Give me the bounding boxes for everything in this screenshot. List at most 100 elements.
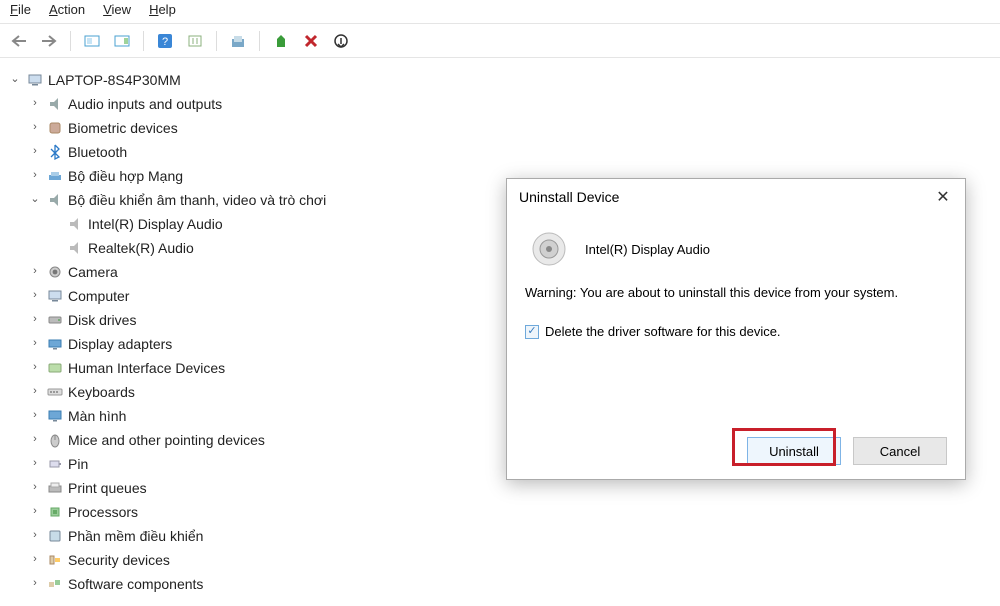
audio-device-icon xyxy=(66,239,84,257)
tree-item-label: Bluetooth xyxy=(68,141,127,163)
tree-item-label: Màn hình xyxy=(68,405,126,427)
tree-root[interactable]: ⌄ LAPTOP-8S4P30MM xyxy=(8,68,992,92)
chevron-icon[interactable]: › xyxy=(28,385,42,399)
disable-icon[interactable] xyxy=(330,30,352,52)
tree-item[interactable]: › Software components xyxy=(8,572,992,596)
uninstall-icon[interactable] xyxy=(300,30,322,52)
tree-item-label: Human Interface Devices xyxy=(68,357,225,379)
chevron-icon[interactable]: › xyxy=(28,169,42,183)
chevron-icon[interactable]: › xyxy=(28,265,42,279)
device-category-icon xyxy=(46,95,64,113)
chevron-icon[interactable]: › xyxy=(28,577,42,591)
toolbar-separator xyxy=(143,31,144,51)
delete-driver-checkbox[interactable]: ✓ Delete the driver software for this de… xyxy=(525,324,947,339)
tree-item-label: Computer xyxy=(68,285,129,307)
device-category-icon xyxy=(46,383,64,401)
device-category-icon xyxy=(46,143,64,161)
chevron-icon[interactable]: › xyxy=(28,481,42,495)
chevron-icon[interactable]: › xyxy=(28,433,42,447)
tree-item-label: Pin xyxy=(68,453,88,475)
tree-item-label: Phần mềm điều khiển xyxy=(68,525,203,547)
device-category-icon xyxy=(46,191,64,209)
checkbox-icon: ✓ xyxy=(525,325,539,339)
chevron-icon[interactable]: › xyxy=(28,409,42,423)
device-category-icon xyxy=(46,503,64,521)
chevron-down-icon[interactable]: ⌄ xyxy=(8,73,22,87)
forward-icon[interactable] xyxy=(38,30,60,52)
tree-item-label: Bộ điều hợp Mạng xyxy=(68,165,183,187)
tree-item-label: Software components xyxy=(68,573,203,595)
device-category-icon xyxy=(46,263,64,281)
device-category-icon xyxy=(46,479,64,497)
chevron-icon[interactable]: › xyxy=(28,505,42,519)
tree-item-label: Bộ điều khiển âm thanh, video và trò chơ… xyxy=(68,189,326,211)
back-icon[interactable] xyxy=(8,30,30,52)
chevron-icon[interactable]: › xyxy=(28,553,42,567)
chevron-icon[interactable]: › xyxy=(28,457,42,471)
menu-view[interactable]: View xyxy=(103,2,131,17)
tree-item[interactable]: ›Processors xyxy=(8,500,992,524)
toolbar-icon-2[interactable] xyxy=(111,30,133,52)
device-category-icon xyxy=(46,575,64,593)
menu-view-text: iew xyxy=(112,2,132,17)
menu-action-text: ction xyxy=(58,2,85,17)
audio-device-icon xyxy=(531,231,567,267)
chevron-icon[interactable]: › xyxy=(28,361,42,375)
toolbar-separator xyxy=(216,31,217,51)
uninstall-button[interactable]: Uninstall xyxy=(747,437,841,465)
device-category-icon xyxy=(46,359,64,377)
close-icon[interactable]: ✕ xyxy=(933,187,953,207)
help-icon[interactable]: ? xyxy=(154,30,176,52)
chevron-icon[interactable]: › xyxy=(28,313,42,327)
cancel-button[interactable]: Cancel xyxy=(853,437,947,465)
device-category-icon xyxy=(46,527,64,545)
device-category-icon xyxy=(46,455,64,473)
chevron-icon[interactable]: › xyxy=(28,289,42,303)
device-category-icon xyxy=(46,407,64,425)
cancel-button-label: Cancel xyxy=(880,444,920,459)
device-category-icon xyxy=(46,167,64,185)
tree-item-label: Realtek(R) Audio xyxy=(88,237,194,259)
device-category-icon xyxy=(46,287,64,305)
scan-icon[interactable] xyxy=(227,30,249,52)
device-category-icon xyxy=(46,119,64,137)
menu-file-text: ile xyxy=(18,2,31,17)
dialog-title: Uninstall Device xyxy=(519,189,619,205)
tree-item-label: Display adapters xyxy=(68,333,172,355)
chevron-icon[interactable]: › xyxy=(28,97,42,111)
tree-item-label: Security devices xyxy=(68,549,170,571)
menu-help-text: elp xyxy=(158,2,175,17)
svg-text:?: ? xyxy=(162,36,168,48)
chevron-icon[interactable]: ⌄ xyxy=(28,193,42,207)
toolbar-separator xyxy=(70,31,71,51)
tree-item-label: Keyboards xyxy=(68,381,135,403)
uninstall-button-label: Uninstall xyxy=(769,444,819,459)
dialog-warning-text: Warning: You are about to uninstall this… xyxy=(525,285,947,300)
toolbar-icon-3[interactable] xyxy=(184,30,206,52)
checkbox-label: Delete the driver software for this devi… xyxy=(545,324,781,339)
tree-item-label: Mice and other pointing devices xyxy=(68,429,265,451)
tree-item[interactable]: › Security devices xyxy=(8,548,992,572)
menu-help[interactable]: Help xyxy=(149,2,176,17)
computer-icon xyxy=(26,71,44,89)
tree-item[interactable]: › Bluetooth xyxy=(8,140,992,164)
tree-item-label: Disk drives xyxy=(68,309,136,331)
device-category-icon xyxy=(46,551,64,569)
tree-item[interactable]: › Phần mềm điều khiển xyxy=(8,524,992,548)
tree-item[interactable]: ›Audio inputs and outputs xyxy=(8,92,992,116)
menubar: File Action View Help xyxy=(0,0,1000,24)
device-category-icon xyxy=(46,431,64,449)
audio-device-icon xyxy=(66,215,84,233)
tree-item[interactable]: ›Biometric devices xyxy=(8,116,992,140)
menu-action[interactable]: Action xyxy=(49,2,85,17)
chevron-icon[interactable]: › xyxy=(28,337,42,351)
toolbar: ? xyxy=(0,24,1000,58)
update-driver-icon[interactable] xyxy=(270,30,292,52)
tree-item-label: Intel(R) Display Audio xyxy=(88,213,223,235)
menu-file[interactable]: File xyxy=(10,2,31,17)
chevron-icon[interactable]: › xyxy=(28,145,42,159)
show-hide-tree-icon[interactable] xyxy=(81,30,103,52)
chevron-icon[interactable]: › xyxy=(28,529,42,543)
chevron-icon[interactable]: › xyxy=(28,121,42,135)
device-category-icon xyxy=(46,335,64,353)
